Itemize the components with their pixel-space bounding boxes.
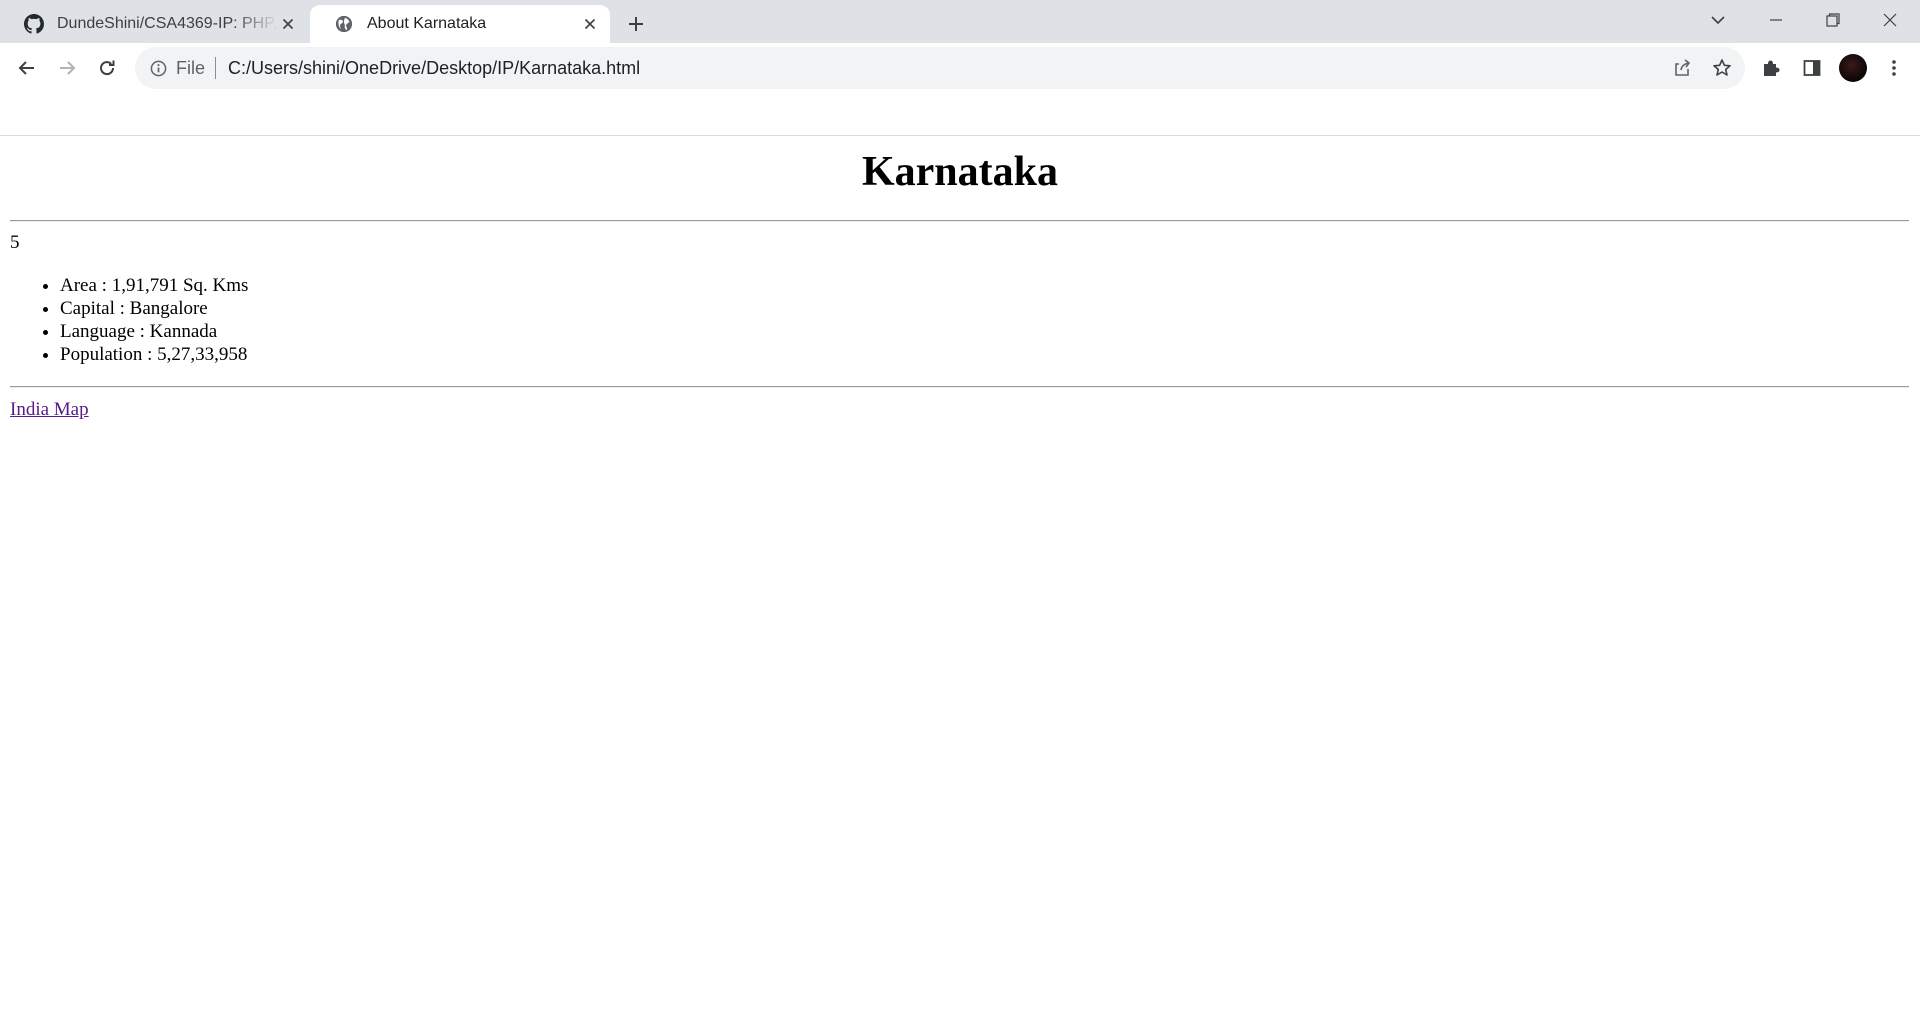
list-item: Language : Kannada xyxy=(60,320,248,343)
list-item: Population : 5,27,33,958 xyxy=(60,343,248,366)
address-bar[interactable]: File C:/Users/shini/OneDrive/Desktop/IP/… xyxy=(135,47,1745,89)
close-window-button[interactable] xyxy=(1862,0,1918,40)
list-item: Area : 1,91,791 Sq. Kms xyxy=(60,274,248,297)
divider xyxy=(215,57,217,79)
arrow-right-icon xyxy=(60,61,76,75)
page-content: Karnataka 5 Area : 1,91,791 Sq. Kms Capi… xyxy=(0,136,1920,1020)
back-button[interactable] xyxy=(10,51,44,85)
tab-github[interactable]: DundeShini/CSA4369-IP: PHP,HTML xyxy=(0,5,308,43)
number-text: 5 xyxy=(10,232,20,253)
more-vertical-icon xyxy=(1892,60,1896,76)
tab-close-icon[interactable] xyxy=(580,14,600,34)
reload-icon xyxy=(100,60,115,76)
arrow-left-icon xyxy=(18,61,34,75)
scheme-label: File xyxy=(176,57,206,78)
side-panel-icon xyxy=(1803,60,1821,76)
info-icon[interactable] xyxy=(148,58,168,78)
extensions-button[interactable] xyxy=(1756,53,1786,83)
horizontal-rule xyxy=(10,220,1909,222)
puzzle-icon xyxy=(1764,60,1780,76)
horizontal-rule xyxy=(10,386,1909,388)
tab-title: DundeShini/CSA4369-IP: PHP,HTML xyxy=(57,15,278,32)
profile-avatar[interactable] xyxy=(1839,54,1867,82)
minimize-icon xyxy=(1770,19,1782,21)
url-text[interactable]: C:/Users/shini/OneDrive/Desktop/IP/Karna… xyxy=(228,58,640,79)
github-icon xyxy=(24,14,44,34)
india-map-link[interactable]: India Map xyxy=(10,399,89,421)
share-icon[interactable] xyxy=(1669,55,1695,81)
new-tab-button[interactable] xyxy=(621,9,651,39)
restore-icon xyxy=(1826,13,1840,27)
tab-title: About Karnataka xyxy=(367,15,487,32)
tab-about-karnataka[interactable]: About Karnataka xyxy=(310,5,610,43)
side-panel-button[interactable] xyxy=(1797,53,1827,83)
list-item: Capital : Bangalore xyxy=(60,297,248,320)
plus-icon xyxy=(629,17,643,31)
tab-close-icon[interactable] xyxy=(278,14,298,34)
restore-button[interactable] xyxy=(1805,0,1861,40)
minimize-button[interactable] xyxy=(1748,0,1804,40)
browser-toolbar: File C:/Users/shini/OneDrive/Desktop/IP/… xyxy=(0,43,1920,93)
tab-strip: DundeShini/CSA4369-IP: PHP,HTML About Ka… xyxy=(0,0,1920,43)
forward-button[interactable] xyxy=(50,51,84,85)
tab-search-button[interactable] xyxy=(1690,0,1746,40)
page-title: Karnataka xyxy=(861,149,1058,195)
menu-button[interactable] xyxy=(1879,53,1909,83)
globe-icon xyxy=(334,14,354,34)
chevron-down-icon xyxy=(1711,16,1725,25)
facts-list: Area : 1,91,791 Sq. Kms Capital : Bangal… xyxy=(10,274,248,366)
reload-button[interactable] xyxy=(90,51,124,85)
close-icon xyxy=(1883,13,1897,27)
bookmark-star-icon[interactable] xyxy=(1709,55,1735,81)
